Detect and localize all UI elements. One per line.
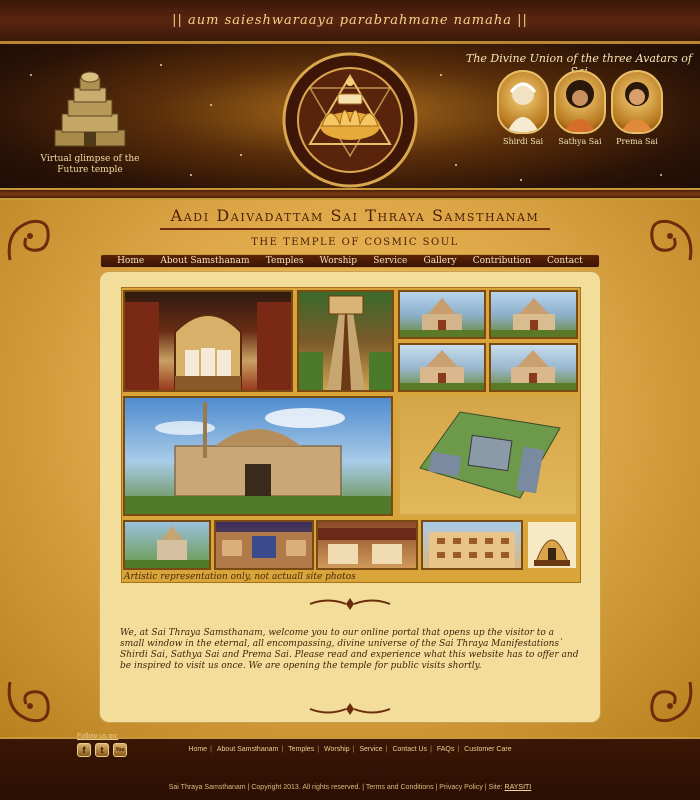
- temple-exterior-photo[interactable]: [489, 343, 578, 392]
- welcome-paragraph: We, at Sai Thraya Samsthanam, welcome yo…: [120, 628, 579, 671]
- stupa-model-photo[interactable]: [526, 520, 578, 570]
- avatar-label: Shirdi Sai: [502, 137, 544, 146]
- header-divider: [0, 188, 700, 200]
- temple-stairway-photo[interactable]: [297, 290, 394, 392]
- youtube-icon[interactable]: You: [113, 743, 127, 757]
- temple-illustration: [491, 350, 576, 390]
- temple-illustration: [125, 526, 209, 568]
- shrine-illustration: [125, 302, 291, 390]
- nav-worship[interactable]: Worship: [320, 256, 357, 266]
- separator: |: [385, 746, 388, 753]
- site-title-plate: Aadi Daivadattam Sai Thraya Samsthanam T…: [160, 206, 550, 258]
- twitter-icon[interactable]: t: [95, 743, 109, 757]
- separator: |: [352, 746, 355, 753]
- hall-interior-photo[interactable]: [316, 520, 418, 570]
- mantra-text: || aum saieshwaraaya parabrahmane namaha…: [172, 13, 528, 28]
- paisley-ornament-icon: [7, 681, 50, 723]
- separator: |: [457, 746, 460, 753]
- main-nav: Home About Samsthanam Temples Worship Se…: [100, 254, 600, 268]
- portrait-icon: [564, 80, 596, 132]
- footer-link-about[interactable]: About Samsthanam: [214, 746, 281, 753]
- gallery-disclaimer: Artistic representation only, not actual…: [124, 572, 356, 582]
- nav-about-samsthanam[interactable]: About Samsthanam: [160, 256, 249, 266]
- temple-exterior-photo[interactable]: [489, 290, 578, 339]
- future-temple-link[interactable]: Virtual glimpse of the Future temple: [40, 70, 140, 176]
- footer-link-service[interactable]: Service: [356, 746, 385, 753]
- copyright-text: Sai Thraya Samsthanam | Copyright 2013. …: [168, 784, 503, 791]
- site-title: Aadi Daivadattam Sai Thraya Samsthanam: [160, 206, 550, 230]
- separator: |: [210, 746, 212, 753]
- temple-illustration: [491, 298, 576, 337]
- avatar-sathya-sai[interactable]: Sathya Sai: [550, 70, 610, 146]
- separator: |: [281, 746, 284, 753]
- site-credit-link[interactable]: RAYSITI: [505, 784, 532, 791]
- separator: |: [317, 746, 320, 753]
- avatar-portrait-frame: [554, 70, 606, 134]
- avatar-shirdi-sai[interactable]: Shirdi Sai: [493, 70, 553, 146]
- avatar-portrait-frame: [611, 70, 663, 134]
- temple-complex-photo[interactable]: [123, 396, 393, 516]
- residential-block-photo[interactable]: [421, 520, 523, 570]
- divider-ornament-icon: [309, 703, 391, 715]
- portrait-icon: [621, 82, 653, 132]
- footer-link-contact-us[interactable]: Contact Us: [389, 746, 430, 753]
- nav-temples[interactable]: Temples: [266, 256, 304, 266]
- footer-link-worship[interactable]: Worship: [321, 746, 353, 753]
- temple-icon: [54, 71, 126, 147]
- hall-illustration: [318, 528, 416, 564]
- temple-interior-photo[interactable]: [123, 290, 293, 392]
- avatar-label: Sathya Sai: [558, 137, 602, 146]
- temple-exterior-photo[interactable]: [398, 343, 486, 392]
- footer-link-temples[interactable]: Temples: [285, 746, 317, 753]
- divider-ornament-icon: [309, 598, 391, 610]
- temple-complex-illustration: [125, 402, 391, 514]
- nav-contribution[interactable]: Contribution: [473, 256, 531, 266]
- auditorium-photo[interactable]: [214, 520, 314, 570]
- apartment-illustration: [429, 532, 515, 568]
- temple-exterior-photo[interactable]: [398, 290, 486, 339]
- copyright-line: Sai Thraya Samsthanam | Copyright 2013. …: [0, 784, 700, 791]
- nav-gallery[interactable]: Gallery: [424, 256, 457, 266]
- temple-illustration: [400, 298, 484, 337]
- avatar-label: Prema Sai: [616, 137, 658, 146]
- nav-contact[interactable]: Contact: [547, 256, 583, 266]
- samsthanam-emblem: [282, 52, 418, 188]
- paisley-ornament-icon: [650, 219, 693, 261]
- separator: |: [430, 746, 432, 753]
- footer-link-faqs[interactable]: FAQs: [434, 746, 458, 753]
- follow-us-label: Follow us on:: [77, 733, 119, 740]
- avatar-prema-sai[interactable]: Prema Sai: [607, 70, 667, 146]
- nav-home[interactable]: Home: [117, 256, 144, 266]
- paisley-ornament-icon: [650, 681, 693, 723]
- site-subtitle: THE TEMPLE OF COSMIC SOUL: [251, 237, 459, 248]
- footer-link-customer-care[interactable]: Customer Care: [461, 746, 514, 753]
- site-plan-photo[interactable]: [398, 396, 578, 516]
- stairway-illustration: [299, 295, 392, 390]
- site-plan-illustration: [419, 411, 561, 499]
- mantra-bar: || aum saieshwaraaya parabrahmane namaha…: [0, 0, 700, 44]
- portrait-icon: [507, 82, 539, 132]
- paisley-ornament-icon: [7, 219, 50, 261]
- temple-caption: Virtual glimpse of the Future temple: [40, 154, 140, 175]
- temple-illustration: [400, 350, 484, 390]
- footer-link-home[interactable]: Home: [185, 746, 210, 753]
- facebook-icon[interactable]: f: [77, 743, 91, 757]
- stupa-illustration: [534, 539, 570, 566]
- temple-exterior-photo[interactable]: [123, 520, 211, 570]
- nav-service[interactable]: Service: [373, 256, 407, 266]
- avatar-portrait-frame: [497, 70, 549, 134]
- building-illustration: [216, 532, 312, 568]
